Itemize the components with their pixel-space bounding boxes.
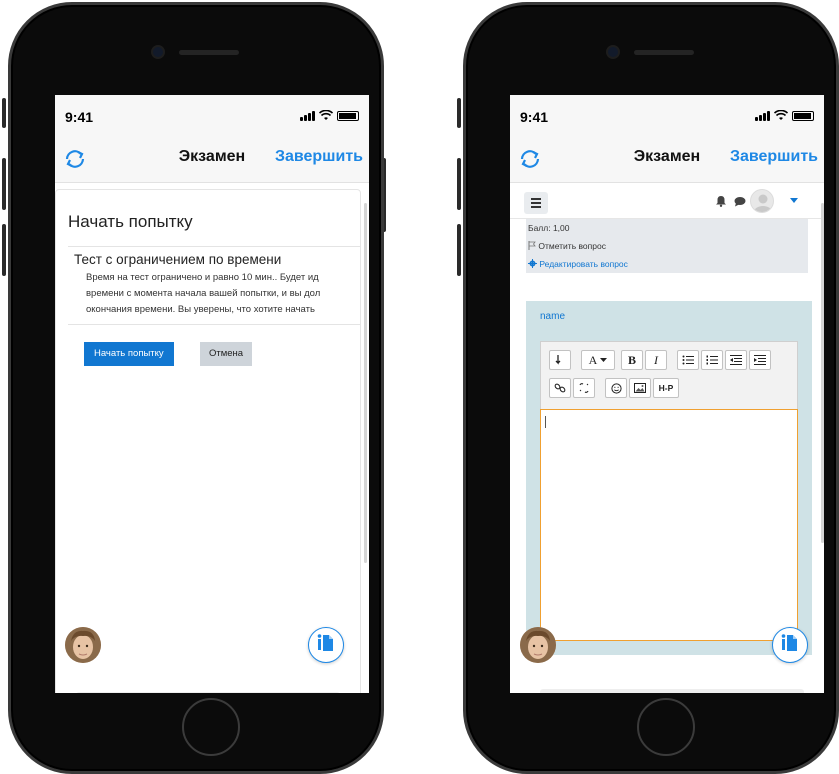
home-button[interactable]: [637, 698, 695, 756]
image-icon[interactable]: [629, 378, 651, 398]
signal-icon: [755, 111, 770, 121]
home-button[interactable]: [182, 698, 240, 756]
caret-down-icon[interactable]: [790, 198, 798, 204]
flag-icon: [528, 241, 536, 250]
bold-button[interactable]: B: [621, 350, 643, 370]
edit-question-label: Редактировать вопрос: [539, 259, 628, 269]
earpiece-speaker: [634, 50, 694, 55]
start-attempt-card: Начать попытку Тест с ограничением по вр…: [55, 189, 361, 693]
screen: 9:41: [55, 95, 369, 693]
edit-question-link[interactable]: Редактировать вопрос: [528, 259, 628, 269]
status-icons: [300, 109, 359, 121]
volume-up-button: [457, 158, 461, 210]
card-title: Начать попытку: [68, 212, 193, 231]
screen: 9:41: [510, 95, 824, 693]
avatar[interactable]: [520, 627, 556, 663]
quiz-description: Время на тест ограничено и равно 10 мин.…: [86, 270, 362, 318]
status-bar: 9:41: [55, 95, 369, 135]
document-info-button[interactable]: [772, 627, 808, 663]
unlink-icon[interactable]: [573, 378, 595, 398]
status-icons: [755, 109, 814, 121]
finish-button[interactable]: Завершить: [730, 148, 818, 166]
nav-bar: Экзамен Завершить: [510, 135, 824, 183]
phone-left: 9:41 Экзамен Завершить Начать попытку Те…: [2, 2, 386, 774]
chat-icon[interactable]: [734, 196, 746, 207]
emoji-icon[interactable]: [605, 378, 627, 398]
volume-up-button: [2, 158, 6, 210]
indent-icon[interactable]: [749, 350, 771, 370]
mute-switch: [2, 98, 6, 128]
user-avatar[interactable]: [750, 189, 774, 213]
front-camera: [151, 45, 165, 59]
question-score: Балл: 1,00: [528, 223, 570, 233]
content-area: Начать попытку Тест с ограничением по вр…: [55, 183, 369, 693]
ordered-list-icon[interactable]: [701, 350, 723, 370]
flag-question[interactable]: Отметить вопрос: [528, 241, 606, 251]
scrollbar[interactable]: [821, 203, 824, 543]
link-icon[interactable]: [549, 378, 571, 398]
question-info: Балл: 1,00 Отметить вопрос Редактировать…: [526, 219, 808, 273]
mute-switch: [457, 98, 461, 128]
unordered-list-icon[interactable]: [677, 350, 699, 370]
document-info-button[interactable]: [308, 627, 344, 663]
h5p-button[interactable]: H-P: [653, 378, 679, 398]
moodle-header: [510, 183, 824, 219]
phone-body: 9:41: [8, 2, 384, 774]
flag-question-label: Отметить вопрос: [538, 241, 606, 251]
status-time: 9:41: [65, 109, 94, 125]
battery-icon: [337, 111, 359, 121]
show-more-icon[interactable]: [549, 350, 571, 370]
earpiece-speaker: [179, 50, 239, 55]
avatar[interactable]: [65, 627, 101, 663]
dropdown-caret-icon: [600, 357, 608, 362]
editor-toolbar: A B I H-P: [540, 341, 798, 409]
card-bottom-edge: [540, 689, 804, 693]
italic-button[interactable]: I: [645, 350, 667, 370]
scrollbar[interactable]: [364, 203, 367, 563]
status-bar: 9:41: [510, 95, 824, 135]
quiz-text-line: окончания времени. Вы уверены, что хотит…: [86, 304, 315, 315]
cancel-button[interactable]: Отмена: [200, 342, 253, 366]
divider: [68, 246, 360, 247]
card-bottom-edge: [76, 692, 340, 693]
quiz-text-line: Время на тест ограничено и равно 10 мин.…: [86, 272, 319, 283]
divider: [68, 324, 360, 325]
content-area: Балл: 1,00 Отметить вопрос Редактировать…: [510, 183, 824, 693]
document-info-icon: [317, 634, 333, 651]
phone-body: 9:41: [463, 2, 839, 774]
phone-right: 9:41 Экзамен Завершить Балл: 1,00 Отмети…: [457, 2, 839, 774]
volume-down-button: [457, 224, 461, 276]
document-info-icon: [781, 634, 797, 651]
nav-bar: Экзамен Завершить: [55, 135, 369, 183]
quiz-text-line: времени с момента начала вашей попытки, …: [86, 288, 321, 299]
hamburger-icon[interactable]: [524, 192, 548, 214]
front-camera: [606, 45, 620, 59]
bell-icon[interactable]: [715, 195, 727, 207]
status-time: 9:41: [520, 109, 549, 125]
signal-icon: [300, 111, 315, 121]
battery-icon: [792, 111, 814, 121]
question-name: name: [540, 311, 566, 322]
wifi-icon: [774, 110, 788, 120]
gear-icon: [528, 259, 537, 268]
quiz-heading: Тест с ограничением по времени: [74, 252, 282, 267]
question-box: name A B I H-P: [526, 301, 812, 655]
volume-down-button: [2, 224, 6, 276]
start-attempt-button[interactable]: Начать попытку: [84, 342, 174, 366]
wifi-icon: [319, 110, 333, 120]
answer-editor[interactable]: [540, 409, 798, 641]
outdent-icon[interactable]: [725, 350, 747, 370]
finish-button[interactable]: Завершить: [275, 148, 363, 166]
font-color-button[interactable]: A: [581, 350, 615, 370]
text-cursor: [545, 416, 546, 428]
